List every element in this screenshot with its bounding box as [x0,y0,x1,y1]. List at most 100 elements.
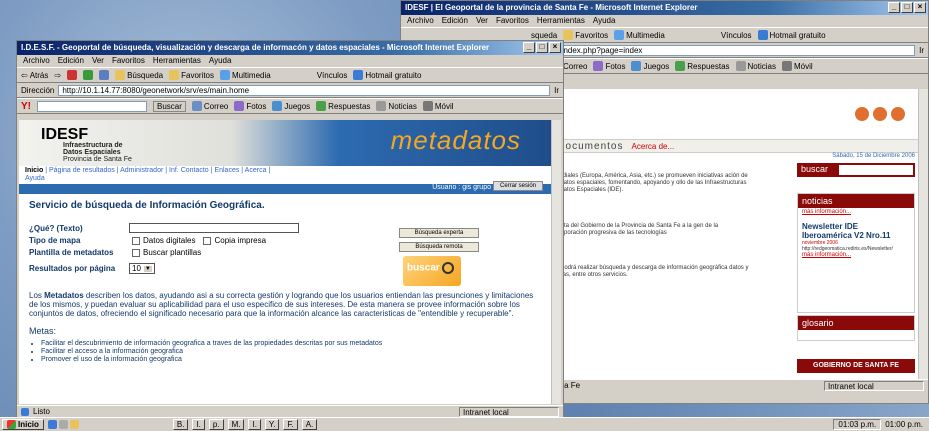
datos-digitales-checkbox[interactable] [132,236,140,245]
nav-inicio[interactable]: Inicio [25,167,43,174]
forward-button[interactable]: ⇨ [54,71,61,80]
buscar-input[interactable] [839,165,913,175]
buscar-plantillas-checkbox[interactable] [132,248,140,257]
window-titlebar[interactable]: IDESF | El Geoportal de la provincia de … [401,1,928,15]
window-titlebar[interactable]: I.D.E.S.F. - Geoportal de búsqueda, visu… [17,41,563,55]
link-respuestas[interactable]: Respuestas [675,61,730,71]
yahoo-logo-icon[interactable]: Y! [21,101,31,112]
stop-icon[interactable] [67,70,78,80]
menu-archivo[interactable]: Archivo [407,16,434,26]
menu-herramientas[interactable]: Herramientas [153,56,201,66]
map-icon[interactable] [891,107,905,121]
taskbar-button[interactable]: Y. [264,419,280,430]
taskbar-button[interactable]: M. [227,419,245,430]
intro-paragraph-3: ted podrá realizar búsqueda y descarga d… [551,265,749,278]
go-button[interactable]: Ir [554,86,559,95]
copia-impresa-checkbox[interactable] [203,236,212,245]
menu-ayuda[interactable]: Ayuda [593,16,616,26]
go-button[interactable]: Ir [919,46,924,55]
nav-acerca[interactable]: Acerca [245,167,267,174]
nav-enlaces[interactable]: Enlaces [214,167,239,174]
mas-info-link-1[interactable]: más información... [798,208,914,216]
menu-favoritos[interactable]: Favoritos [112,56,145,66]
nav-ayuda[interactable]: Ayuda [25,175,45,182]
home-icon[interactable] [99,70,110,80]
multimedia-button[interactable]: Multimedia [220,70,271,80]
address-input[interactable]: http://10.1.14.77:8080/geonetwork/srv/es… [58,84,551,96]
refresh-icon[interactable] [83,70,94,80]
mail-icon[interactable] [873,107,887,121]
minimize-button[interactable]: _ [523,42,535,53]
link-fotos[interactable]: Fotos [234,101,266,111]
links-label[interactable]: Vínculos [317,71,348,80]
link-juegos[interactable]: Juegos [272,101,310,111]
ie-quicklaunch-icon[interactable] [47,420,57,429]
mas-info-link-2[interactable]: más información... [798,252,914,258]
outlook-quicklaunch-icon[interactable] [69,420,79,429]
menu-edicion[interactable]: Edición [58,56,84,66]
link-noticias[interactable]: Noticias [376,101,417,111]
close-button[interactable]: × [549,42,561,53]
multimedia-button[interactable]: Multimedia [614,30,665,40]
yahoo-search-input[interactable] [37,100,147,112]
search-button[interactable]: Búsqueda [115,70,163,80]
buscar-image[interactable]: buscar [403,256,461,286]
menu-archivo[interactable]: Archivo [23,56,50,66]
favorites-button[interactable]: Favoritos [563,30,608,40]
hotmail-link[interactable]: Hotmail gratuito [757,30,826,40]
home-icon[interactable] [855,107,869,121]
link-movil[interactable]: Móvil [422,101,454,111]
nav-resultados[interactable]: Página de resultados [49,167,115,174]
start-button[interactable]: Inicio [2,419,44,430]
nav-acerca[interactable]: Acerca de... [631,142,674,151]
menu-ayuda[interactable]: Ayuda [209,56,232,66]
menu-ver[interactable]: Ver [476,16,488,26]
link-noticias[interactable]: Noticias [735,61,776,71]
menu-ver[interactable]: Ver [92,56,104,66]
news-title[interactable]: Newsletter IDE Iberoamérica V2 Nro.11 [798,216,914,240]
browser-window-idesf[interactable]: I.D.E.S.F. - Geoportal de búsqueda, visu… [16,40,564,418]
vertical-scrollbar[interactable] [918,89,928,381]
favorites-button[interactable]: Favoritos [169,70,214,80]
idesf-logo-subtitle: Infraestructura de Datos Espaciales Provin… [63,142,132,163]
system-tray: 01:03 p.m. [833,419,882,430]
desktop-quicklaunch-icon[interactable] [58,420,68,429]
taskbar-button[interactable]: I. [192,419,205,430]
logout-button[interactable]: Cerrar sesión [492,181,543,191]
maximize-button[interactable]: □ [901,2,913,13]
busqueda-remota-button[interactable]: Búsqueda remota [399,242,479,252]
nav-contacto[interactable]: Inf. Contacto [169,167,209,174]
menu-edicion[interactable]: Edición [442,16,468,26]
resultados-select[interactable]: 10 ▼ [129,263,155,274]
busqueda-experta-button[interactable]: Búsqueda experta [399,228,479,238]
maximize-button[interactable]: □ [536,42,548,53]
taskbar-button[interactable]: A. [301,419,318,430]
close-button[interactable]: × [914,2,926,13]
vertical-scrollbar[interactable] [551,120,561,404]
noticias-box: noticias más información... Newsletter I… [797,193,915,313]
menu-favoritos[interactable]: Favoritos [496,16,529,26]
taskbar-button[interactable]: B. [172,419,189,430]
nav-admin[interactable]: Administrador [120,167,163,174]
link-movil[interactable]: Móvil [781,61,813,71]
hotmail-link[interactable]: Hotmail gratuito [353,70,421,80]
games-icon [631,61,642,71]
taskbar-button[interactable]: I. [248,419,261,430]
photo-icon [593,61,604,71]
intro-paragraph-1: mundiales (Europa, América, Asia, etc.) … [551,173,748,193]
link-fotos[interactable]: Fotos [593,61,625,71]
link-juegos[interactable]: Juegos [631,61,669,71]
search-text-input[interactable] [129,223,299,233]
back-button[interactable]: ⇦ Atrás [21,71,48,80]
address-input[interactable]: a/index.php?page=index [551,44,916,56]
minimize-button[interactable]: _ [888,2,900,13]
taskbar-button[interactable]: p. [208,419,224,430]
links-label[interactable]: Vínculos [721,31,752,40]
link-correo[interactable]: Correo [191,101,228,111]
menu-herramientas[interactable]: Herramientas [537,16,585,26]
taskbar-button[interactable]: F. [283,419,298,430]
yahoo-search-button[interactable]: Buscar [153,100,186,112]
search-button[interactable]: squeda [531,31,557,40]
nav-documentos[interactable]: documentos [559,141,623,152]
link-respuestas[interactable]: Respuestas [316,101,370,111]
